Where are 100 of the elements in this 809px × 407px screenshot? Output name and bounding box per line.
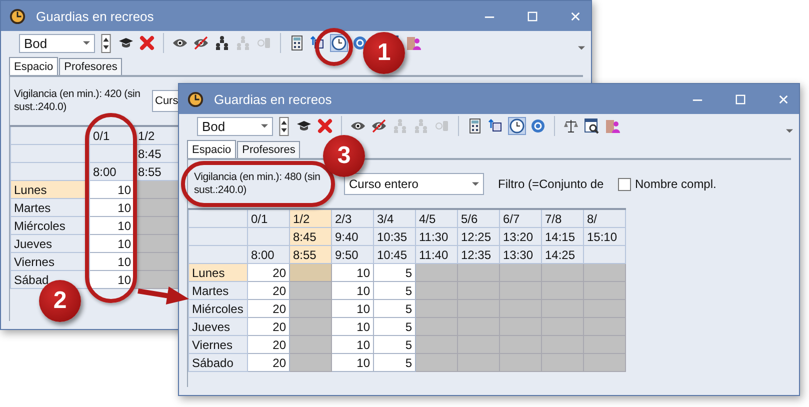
toolbar-button[interactable] [370, 117, 388, 135]
spinner-icon[interactable] [101, 34, 111, 52]
calc-icon [467, 118, 483, 134]
tab[interactable]: Profesores [237, 141, 300, 158]
tab[interactable]: Espacio [9, 57, 58, 75]
blocked-cell[interactable] [500, 336, 542, 354]
overflow-caret-icon[interactable] [786, 129, 793, 133]
blocked-cell[interactable] [500, 300, 542, 318]
minutes-cell[interactable]: 10 [90, 234, 134, 252]
window-title: Guardias en recreos [36, 8, 154, 24]
period-header: 5/6 [458, 209, 500, 228]
blocked-cell[interactable] [542, 336, 584, 354]
minutes-cell[interactable]: 20 [248, 282, 290, 300]
room-combo[interactable]: Bod [19, 34, 95, 52]
minutes-cell[interactable]: 10 [332, 336, 374, 354]
minutes-cell[interactable]: 10 [332, 300, 374, 318]
tab[interactable]: Profesores [59, 58, 122, 75]
minutes-cell[interactable]: 5 [374, 318, 416, 336]
minutes-cell[interactable]: 10 [332, 318, 374, 336]
minutes-cell[interactable]: 5 [374, 300, 416, 318]
tab[interactable]: Espacio [187, 140, 236, 158]
blocked-cell[interactable] [542, 282, 584, 300]
blocked-cell[interactable] [458, 282, 500, 300]
blocked-cell[interactable] [458, 318, 500, 336]
delete-button[interactable] [138, 34, 156, 52]
blocked-cell[interactable] [584, 264, 626, 282]
toolbar-button[interactable] [562, 117, 580, 135]
maximize-icon[interactable] [527, 10, 538, 22]
tree-icon [235, 35, 251, 51]
blocked-cell[interactable] [290, 282, 332, 300]
minutes-cell[interactable]: 10 [90, 216, 134, 234]
blocked-cell[interactable] [416, 318, 458, 336]
blocked-cell[interactable] [458, 300, 500, 318]
blocked-cell[interactable] [584, 300, 626, 318]
start-time-cell: 15:10 [584, 228, 626, 246]
blocked-cell[interactable] [542, 318, 584, 336]
minutes-cell[interactable]: 10 [332, 264, 374, 282]
toolbar-button[interactable] [508, 117, 526, 135]
full-names-checkbox[interactable]: Nombre compl. [618, 177, 716, 191]
close-icon[interactable] [570, 10, 581, 22]
maximize-icon[interactable] [735, 94, 746, 104]
toolbar-button[interactable] [192, 34, 210, 52]
tree-icon [413, 118, 429, 134]
minutes-cell[interactable]: 10 [332, 354, 374, 372]
blocked-cell[interactable] [584, 282, 626, 300]
blocked-cell[interactable] [290, 354, 332, 372]
rotate-icon [310, 35, 326, 51]
minutes-cell[interactable]: 10 [90, 198, 134, 216]
course-combo[interactable]: Curso entero [344, 173, 484, 195]
blocked-cell[interactable] [542, 300, 584, 318]
minutes-cell[interactable]: 20 [248, 336, 290, 354]
blocked-cell[interactable] [500, 354, 542, 372]
minutes-cell[interactable]: 5 [374, 282, 416, 300]
blocked-cell[interactable] [290, 300, 332, 318]
blocked-cell[interactable] [458, 264, 500, 282]
course-combo[interactable]: Curs [152, 90, 179, 112]
blocked-cell[interactable] [416, 264, 458, 282]
spinner-icon[interactable] [279, 116, 289, 136]
person-icon [605, 118, 621, 134]
blocked-cell[interactable] [416, 282, 458, 300]
toolbar-button[interactable] [213, 34, 231, 52]
room-combo[interactable]: Bod [197, 116, 273, 136]
blocked-cell[interactable] [416, 300, 458, 318]
blocked-cell[interactable] [500, 318, 542, 336]
toolbar-button[interactable] [351, 34, 369, 52]
blocked-cell[interactable] [500, 264, 542, 282]
blocked-cell[interactable] [458, 336, 500, 354]
blocked-cell[interactable] [416, 336, 458, 354]
day-cell: Miércoles [188, 300, 248, 318]
minutes-cell[interactable]: 20 [248, 264, 290, 282]
minutes-cell[interactable]: 10 [90, 252, 134, 270]
blocked-cell[interactable] [290, 336, 332, 354]
toolbar-button[interactable] [583, 117, 601, 135]
end-time-cell: 12:35 [458, 246, 500, 264]
minutes-cell[interactable]: 20 [248, 354, 290, 372]
minutes-cell[interactable]: 5 [374, 264, 416, 282]
minutes-cell[interactable]: 20 [248, 318, 290, 336]
blocked-cell[interactable] [458, 354, 500, 372]
minutes-cell[interactable]: 5 [374, 354, 416, 372]
blocked-cell[interactable] [584, 336, 626, 354]
minutes-cell[interactable]: 10 [332, 282, 374, 300]
minutes-cell[interactable]: 5 [374, 336, 416, 354]
blocked-cell[interactable] [584, 354, 626, 372]
blocked-cell[interactable] [542, 264, 584, 282]
blocked-cell[interactable] [542, 354, 584, 372]
start-time-cell: 9:40 [332, 228, 374, 246]
close-icon[interactable] [778, 94, 789, 104]
minutes-cell[interactable]: 20 [248, 300, 290, 318]
overflow-caret-icon[interactable] [578, 46, 585, 50]
blocked-cell[interactable] [290, 318, 332, 336]
caret-icon [472, 182, 479, 186]
window-title: Guardias en recreos [214, 92, 332, 106]
blocked-cell[interactable] [416, 354, 458, 372]
toolbar-button[interactable] [330, 34, 348, 52]
blocked-cell[interactable] [500, 282, 542, 300]
minutes-cell[interactable]: 10 [90, 180, 134, 198]
blocked-cell[interactable] [584, 318, 626, 336]
day-cell: Lunes [188, 264, 248, 282]
delete-button[interactable] [316, 117, 334, 135]
blocked-cell[interactable] [290, 264, 332, 282]
